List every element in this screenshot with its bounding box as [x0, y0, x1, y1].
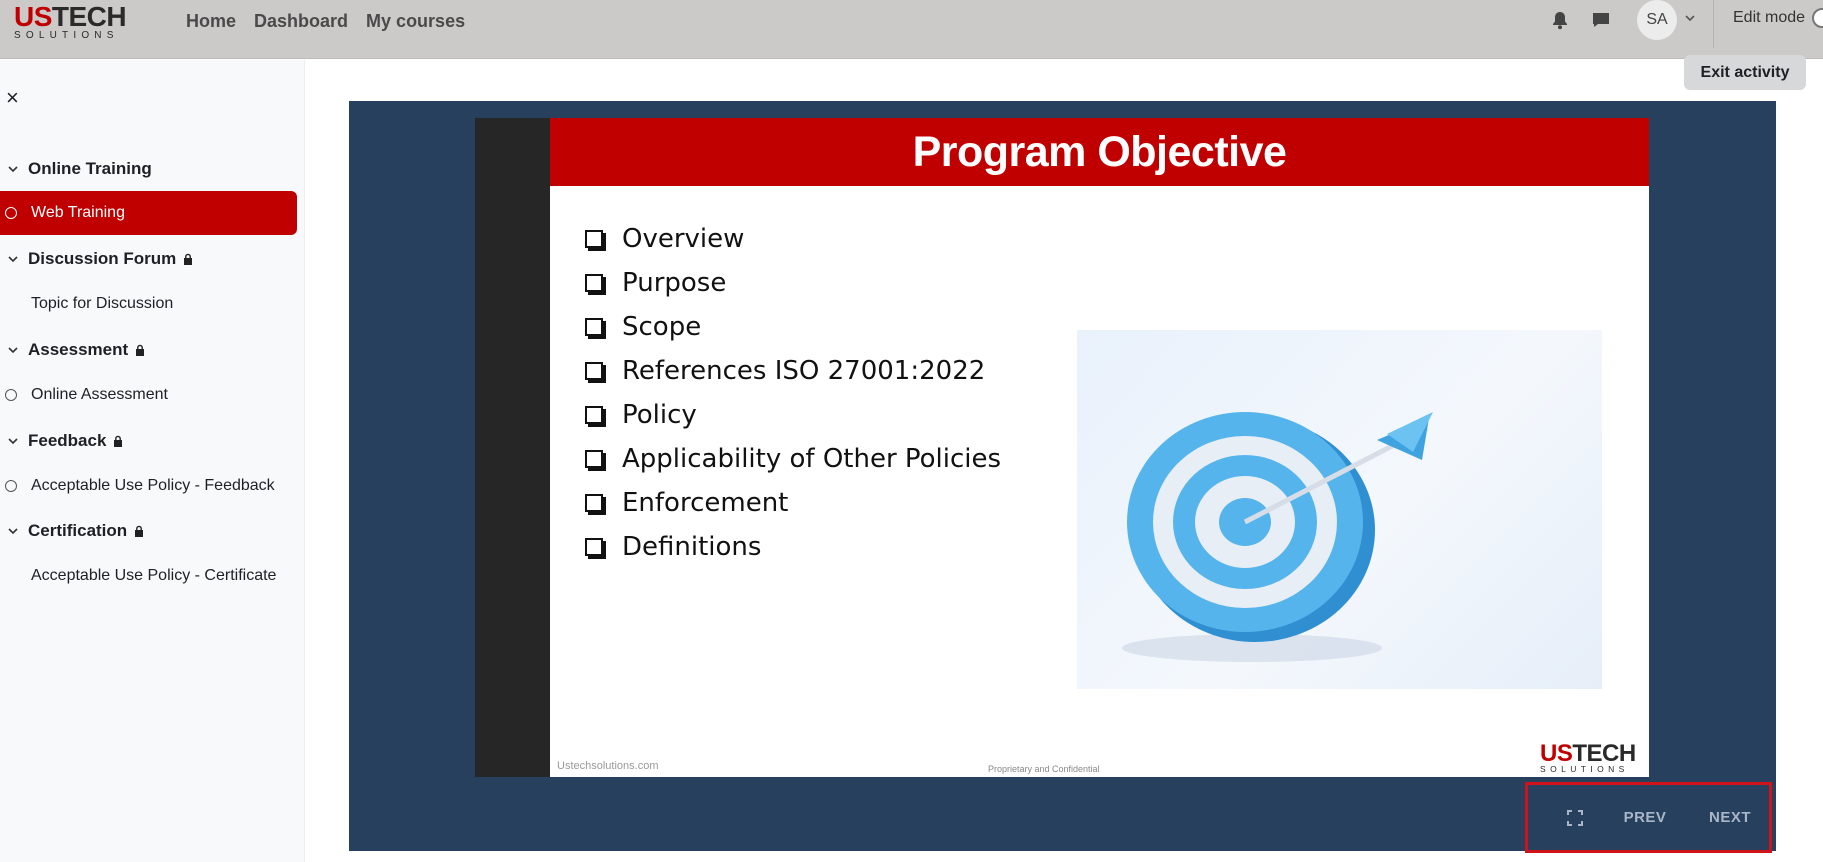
- bullet-text: Scope: [622, 312, 702, 342]
- sidebar-item-aup-feedback[interactable]: Acceptable Use Policy - Feedback: [0, 464, 275, 508]
- user-menu-toggle[interactable]: [1683, 11, 1697, 25]
- bullet-text: References ISO 27001:2022: [622, 356, 986, 386]
- section-title: Online Training: [28, 159, 152, 178]
- checkbox-square-icon: [585, 274, 603, 292]
- bullet-text: Purpose: [622, 268, 727, 298]
- primary-nav: Home Dashboard My courses: [177, 10, 474, 32]
- section-certification[interactable]: Certification: [0, 516, 145, 546]
- bell-icon: [1553, 12, 1567, 30]
- notifications-button[interactable]: [1548, 8, 1572, 32]
- bullet-text: Applicability of Other Policies: [622, 444, 1002, 474]
- target-arrow-icon: [1122, 412, 1433, 662]
- slide-bullet-list: Overview Purpose Scope References ISO 27…: [585, 217, 1001, 569]
- sidebar-item-label: Online Assessment: [31, 386, 168, 403]
- close-icon[interactable]: ×: [6, 87, 19, 109]
- section-title: Assessment: [28, 340, 129, 359]
- slide-side-bar: [475, 118, 550, 777]
- edit-mode-toggle[interactable]: [1812, 8, 1823, 28]
- sidebar-item-online-assessment[interactable]: Online Assessment: [0, 373, 168, 417]
- nav-my-courses[interactable]: My courses: [357, 10, 474, 32]
- checkbox-square-icon: [585, 318, 603, 336]
- bullet-text: Policy: [622, 400, 697, 430]
- nav-dashboard[interactable]: Dashboard: [245, 10, 357, 32]
- section-title: Discussion Forum: [28, 249, 177, 268]
- bullet-text: Enforcement: [622, 488, 789, 518]
- sidebar-item-label: Acceptable Use Policy - Feedback: [31, 477, 275, 494]
- checkbox-square-icon: [585, 494, 603, 512]
- section-discussion-forum[interactable]: Discussion Forum: [0, 244, 194, 274]
- logo-sub-text: SOLUTIONS: [14, 30, 119, 41]
- lock-icon: [136, 344, 145, 356]
- slide-logo-tech: TECH: [1572, 740, 1636, 767]
- checkbox-square-icon: [585, 538, 603, 556]
- list-item: Scope: [585, 305, 1001, 349]
- logo-us-text: US: [14, 1, 52, 32]
- completion-circle-icon: [5, 480, 17, 492]
- logo-tech-text: TECH: [51, 1, 127, 32]
- sidebar-item-label: Acceptable Use Policy - Certificate: [31, 567, 277, 584]
- player-controls: PREV NEXT: [1525, 782, 1772, 853]
- messages-button[interactable]: [1589, 8, 1613, 32]
- lock-icon: [114, 435, 123, 447]
- exit-activity-button[interactable]: Exit activity: [1684, 55, 1806, 90]
- chevron-down-icon: [8, 347, 18, 354]
- target-illustration: [1077, 330, 1602, 689]
- prev-button[interactable]: PREV: [1612, 785, 1678, 850]
- chat-icon: [1593, 13, 1609, 27]
- slide-logo-sub: SOLUTIONS: [1540, 764, 1629, 774]
- slide-title: Program Objective: [912, 127, 1287, 176]
- bullet-text: Overview: [622, 224, 745, 254]
- chevron-down-icon: [8, 528, 18, 535]
- sidebar-item-label: Web Training: [31, 204, 125, 221]
- chevron-down-icon: [8, 438, 18, 445]
- lock-icon: [135, 525, 144, 537]
- checkbox-square-icon: [585, 230, 603, 248]
- lock-icon: [184, 253, 193, 265]
- course-index-drawer: × Online Training Web Training Discussio…: [0, 60, 305, 862]
- slide-logo-us: US: [1540, 740, 1573, 767]
- slide-footer-website: Ustechsolutions.com: [557, 760, 659, 772]
- list-item: References ISO 27001:2022: [585, 349, 1001, 393]
- navbar-divider: [1713, 0, 1714, 48]
- section-title: Certification: [28, 521, 128, 540]
- edit-mode-label: Edit mode: [1733, 9, 1806, 26]
- section-online-training[interactable]: Online Training: [0, 154, 152, 184]
- next-button[interactable]: NEXT: [1695, 785, 1765, 850]
- list-item: Applicability of Other Policies: [585, 437, 1001, 481]
- section-title: Feedback: [28, 431, 107, 450]
- sidebar-item-web-training[interactable]: Web Training: [0, 191, 297, 235]
- bullet-text: Definitions: [622, 532, 762, 562]
- fullscreen-button[interactable]: [1555, 785, 1595, 850]
- section-assessment[interactable]: Assessment: [0, 335, 146, 365]
- slide-title-banner: Program Objective: [550, 118, 1649, 186]
- list-item: Policy: [585, 393, 1001, 437]
- completion-circle-icon: [5, 389, 17, 401]
- chevron-down-icon: [8, 166, 18, 173]
- slide-footer-confidential: Proprietary and Confidential: [988, 764, 1100, 774]
- chevron-down-icon: [1685, 15, 1695, 22]
- top-navbar: USTECH SOLUTIONS Home Dashboard My cours…: [0, 0, 1823, 59]
- list-item: Definitions: [585, 525, 1001, 569]
- list-item: Enforcement: [585, 481, 1001, 525]
- checkbox-square-icon: [585, 362, 603, 380]
- checkbox-square-icon: [585, 450, 603, 468]
- nav-home[interactable]: Home: [177, 10, 245, 32]
- completion-circle-icon: [5, 207, 17, 219]
- fullscreen-icon: [1567, 809, 1583, 826]
- sidebar-item-label: Topic for Discussion: [31, 295, 174, 312]
- site-logo[interactable]: USTECH SOLUTIONS: [14, 1, 129, 41]
- section-feedback[interactable]: Feedback: [0, 426, 124, 456]
- user-avatar[interactable]: SA: [1637, 0, 1677, 40]
- chevron-down-icon: [8, 256, 18, 263]
- slide-logo: USTECH SOLUTIONS: [1540, 740, 1640, 775]
- list-item: Purpose: [585, 261, 1001, 305]
- list-item: Overview: [585, 217, 1001, 261]
- checkbox-square-icon: [585, 406, 603, 424]
